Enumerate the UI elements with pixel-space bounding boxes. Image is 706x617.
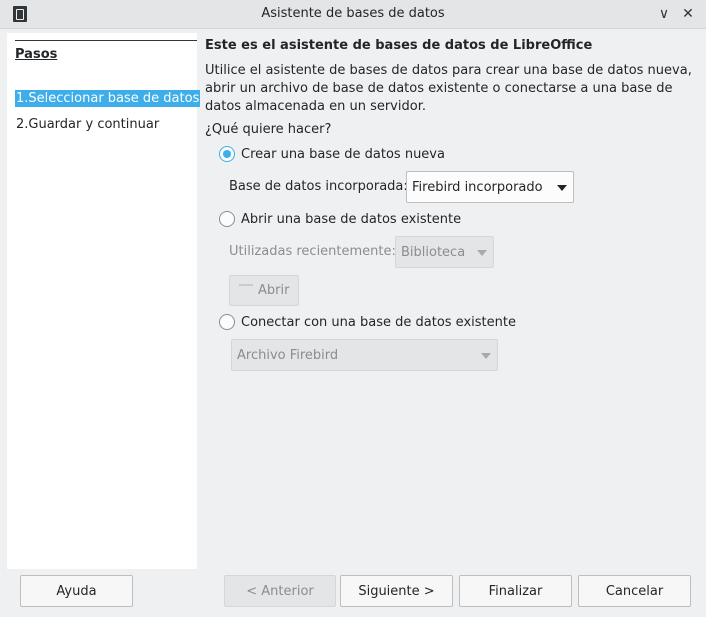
embedded-database-label: Base de datos incorporada: — [229, 179, 408, 194]
create-new-label: Crear una base de datos nueva — [241, 146, 445, 162]
question-label: ¿Qué quiere hacer? — [205, 122, 332, 137]
next-button[interactable]: Siguiente > — [340, 575, 453, 607]
recently-used-select[interactable]: Biblioteca — [395, 236, 494, 268]
recently-used-label: Utilizadas recientemente: — [229, 244, 396, 259]
open-existing-option[interactable]: Abrir una base de datos existente — [219, 211, 461, 227]
recently-used-value: Biblioteca — [401, 244, 466, 260]
page-heading: Este es el asistente de bases de datos d… — [205, 38, 593, 53]
folder-icon — [239, 284, 253, 287]
steps-panel: Pasos 1.Seleccionar base de datos 2.Guar… — [7, 33, 201, 569]
close-button[interactable]: ✕ — [679, 5, 697, 23]
cancel-button[interactable]: Cancelar — [578, 575, 691, 607]
window-title: Asistente de bases de datos — [261, 6, 445, 21]
previous-button[interactable]: < Anterior — [224, 575, 336, 607]
connect-existing-option[interactable]: Conectar con una base de datos existente — [219, 314, 516, 330]
create-new-database-option[interactable]: Crear una base de datos nueva — [219, 146, 445, 162]
steps-title: Pasos — [15, 47, 58, 62]
connection-type-value: Archivo Firebird — [237, 347, 339, 363]
title-bar: Asistente de bases de datos ∨ ✕ — [0, 0, 706, 29]
open-existing-radio[interactable] — [219, 211, 235, 227]
open-button[interactable]: Abrir — [229, 275, 299, 306]
steps-divider — [15, 40, 197, 41]
open-button-label: Abrir — [258, 283, 290, 298]
chevron-down-icon — [557, 185, 567, 191]
chevron-down-icon — [477, 250, 487, 256]
connect-existing-label: Conectar con una base de datos existente — [241, 314, 516, 330]
step-save-and-proceed[interactable]: 2.Guardar y continuar — [15, 116, 160, 133]
embedded-database-select[interactable]: Firebird incorporado — [406, 171, 574, 203]
open-existing-label: Abrir una base de datos existente — [241, 211, 462, 227]
connect-existing-radio[interactable] — [219, 314, 235, 330]
step-select-database[interactable]: 1.Seleccionar base de datos — [15, 90, 201, 107]
chevron-down-icon — [481, 353, 491, 359]
finish-button[interactable]: Finalizar — [459, 575, 572, 607]
embedded-database-value: Firebird incorporado — [412, 179, 543, 195]
minimize-button[interactable]: ∨ — [655, 5, 673, 23]
help-button[interactable]: Ayuda — [20, 575, 133, 607]
create-new-radio[interactable] — [219, 146, 235, 162]
connection-type-select[interactable]: Archivo Firebird — [231, 339, 498, 371]
intro-text: Utilice el asistente de bases de datos p… — [205, 63, 692, 114]
